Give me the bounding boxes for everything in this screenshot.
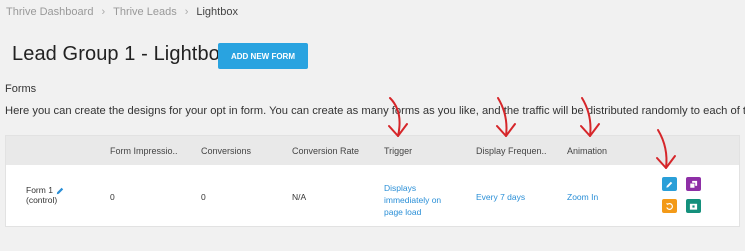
form-name[interactable]: Form 1 [26, 185, 53, 195]
edit-icon [666, 181, 673, 188]
add-new-form-button[interactable]: ADD NEW FORM [218, 43, 308, 69]
forms-section-title: Forms [5, 83, 37, 95]
display-frequency-link[interactable]: Every 7 days [476, 192, 525, 202]
column-header-conversions[interactable]: Conversions [201, 146, 251, 156]
column-header-impressions[interactable]: Form Impressio.. [110, 146, 178, 156]
column-header-conversion-rate[interactable]: Conversion Rate [292, 146, 359, 156]
annotation-arrow-icon [656, 129, 676, 169]
column-header-trigger[interactable]: Trigger [384, 146, 412, 156]
annotation-arrow-icon [388, 97, 408, 137]
impressions-value: 0 [110, 192, 115, 202]
form-variant-label: (control) [26, 195, 58, 205]
forms-description: Here you can create the designs for your… [5, 105, 745, 117]
edit-button[interactable] [662, 177, 677, 191]
duplicate-icon [689, 180, 698, 188]
page-title: Lead Group 1 - Lightbox [12, 43, 231, 65]
animation-link[interactable]: Zoom In [567, 192, 598, 202]
breadcrumb-item-thrive-leads[interactable]: Thrive Leads [113, 6, 177, 18]
form-name-cell: Form 1 (control) [26, 185, 64, 205]
annotation-arrow-icon [496, 97, 516, 137]
pencil-icon[interactable] [56, 187, 64, 195]
breadcrumb-item-dashboard[interactable]: Thrive Dashboard [6, 6, 93, 18]
breadcrumb-separator-icon: › [101, 6, 106, 18]
archive-icon [689, 203, 698, 210]
forms-table: Form Impressio.. Conversions Conversion … [5, 135, 740, 227]
reset-icon [666, 202, 673, 210]
breadcrumb: Thrive Dashboard › Thrive Leads › Lightb… [6, 6, 238, 18]
reset-button[interactable] [662, 199, 677, 213]
table-row: Form 1 (control) 0 0 N/A Displays immedi… [6, 165, 739, 226]
archive-button[interactable] [686, 199, 701, 213]
column-header-display-frequency[interactable]: Display Frequen.. [476, 146, 547, 156]
breadcrumb-separator-icon: › [184, 6, 189, 18]
annotation-arrow-icon [580, 97, 600, 137]
conversions-value: 0 [201, 192, 206, 202]
breadcrumb-item-current: Lightbox [196, 6, 238, 18]
duplicate-button[interactable] [686, 177, 701, 191]
trigger-link[interactable]: Displays immediately on page load [384, 182, 454, 218]
conversion-rate-value: N/A [292, 192, 307, 202]
table-header: Form Impressio.. Conversions Conversion … [6, 136, 739, 165]
column-header-animation[interactable]: Animation [567, 146, 607, 156]
